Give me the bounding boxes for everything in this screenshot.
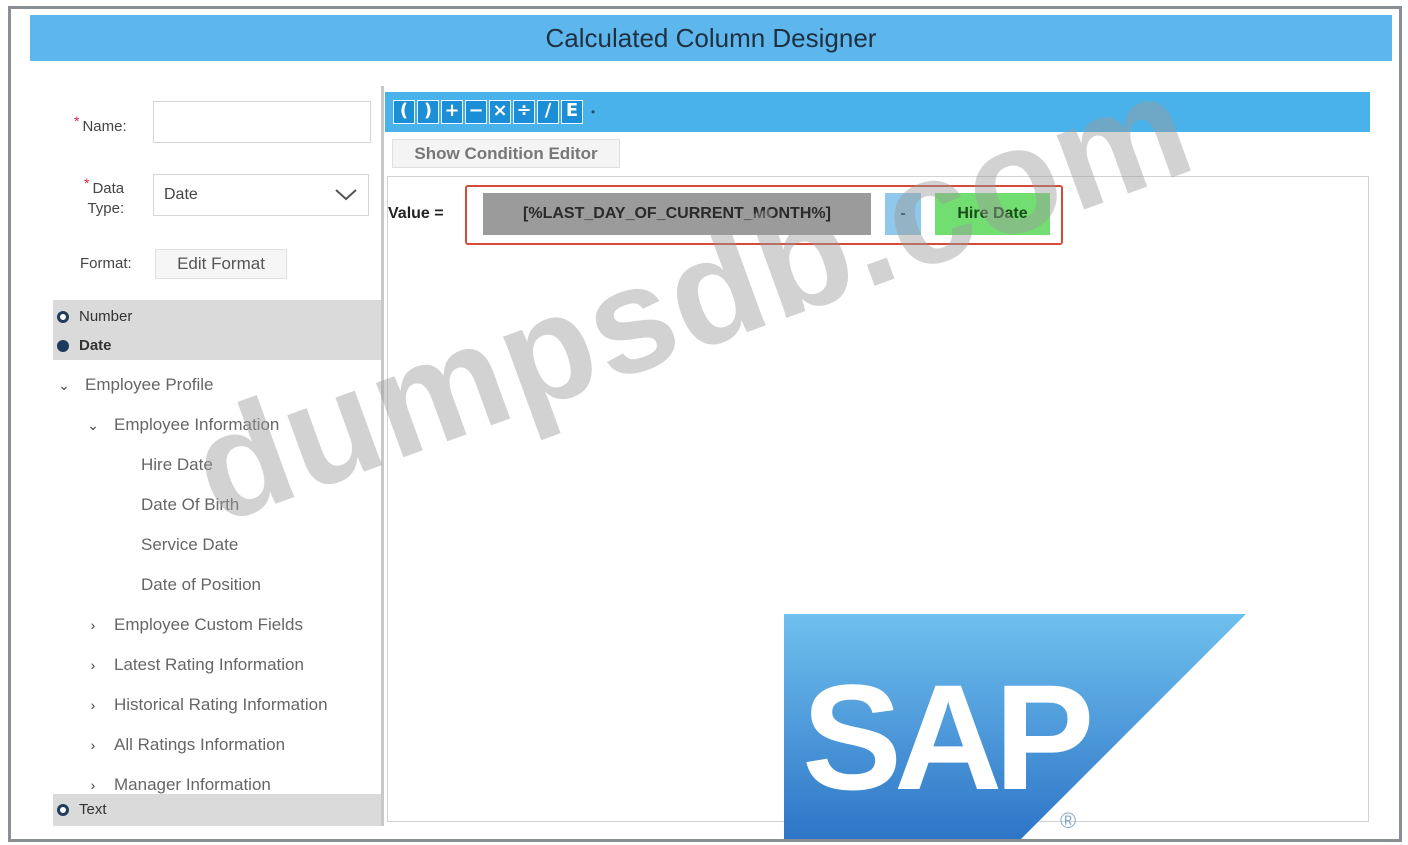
- tree-leaf-date-of-birth[interactable]: Date Of Birth: [141, 495, 239, 515]
- tree-leaf-date-of-position[interactable]: Date of Position: [141, 575, 261, 595]
- toolbar-dot-icon: •: [591, 105, 596, 119]
- name-label: * Name:: [74, 113, 127, 135]
- chevron-right-icon: ›: [90, 617, 96, 633]
- minus-button[interactable]: −: [465, 100, 487, 124]
- radio-off-icon: [57, 803, 69, 816]
- chevron-right-icon: ›: [90, 657, 96, 673]
- tree-leaf-hire-date[interactable]: Hire Date: [141, 455, 213, 475]
- variable-token[interactable]: [%LAST_DAY_OF_CURRENT_MONTH%]: [483, 193, 871, 235]
- radio-text[interactable]: Text: [57, 801, 107, 818]
- radio-number[interactable]: Number: [57, 308, 132, 325]
- edit-format-button[interactable]: Edit Format: [155, 249, 287, 279]
- show-condition-editor-button[interactable]: Show Condition Editor: [392, 139, 620, 168]
- tree-node-all-ratings[interactable]: › All Ratings Information: [86, 735, 285, 755]
- format-label: Format:: [80, 255, 132, 272]
- field-token[interactable]: Hire Date: [935, 193, 1050, 235]
- tree-node-historical-rating[interactable]: › Historical Rating Information: [86, 695, 328, 715]
- panel-divider: [381, 86, 384, 826]
- divide-button[interactable]: ÷: [513, 100, 535, 124]
- chevron-down-icon: ⌄: [87, 416, 99, 433]
- data-type-label: * Data Type:: [84, 175, 125, 217]
- required-marker: *: [74, 113, 80, 129]
- tree-node-employee-custom-fields[interactable]: › Employee Custom Fields: [86, 615, 303, 635]
- fraction-button[interactable]: ∕: [537, 100, 559, 124]
- chevron-down-icon: [334, 188, 358, 202]
- page-title: Calculated Column Designer: [545, 22, 877, 53]
- tree-node-employee-profile[interactable]: ⌄ Employee Profile: [57, 375, 213, 395]
- chevron-right-icon: ›: [90, 737, 96, 753]
- radio-off-icon: [57, 310, 69, 323]
- operator-toolbar: ( ) + − × ÷ ∕ E •: [385, 92, 1370, 132]
- tree-leaf-service-date[interactable]: Service Date: [141, 535, 238, 555]
- tree-node-latest-rating[interactable]: › Latest Rating Information: [86, 655, 304, 675]
- chevron-right-icon: ›: [90, 777, 96, 793]
- close-paren-button[interactable]: ): [417, 100, 439, 124]
- tree-node-employee-information[interactable]: ⌄ Employee Information: [86, 415, 279, 435]
- radio-date[interactable]: Date: [57, 337, 112, 354]
- registered-mark: ®: [1060, 808, 1077, 833]
- sap-logo: SAP: [784, 614, 1246, 844]
- chevron-right-icon: ›: [90, 697, 96, 713]
- title-bar: Calculated Column Designer: [30, 15, 1392, 61]
- multiply-button[interactable]: ×: [489, 100, 511, 124]
- svg-text:SAP: SAP: [802, 653, 1089, 821]
- data-type-value: Date: [164, 186, 198, 203]
- required-marker: *: [84, 175, 90, 191]
- chevron-down-icon: ⌄: [58, 376, 70, 393]
- name-input[interactable]: [153, 101, 371, 143]
- plus-button[interactable]: +: [441, 100, 463, 124]
- constant-button[interactable]: E: [561, 100, 583, 124]
- value-label: Value =: [388, 205, 444, 222]
- data-type-select[interactable]: Date: [153, 174, 369, 216]
- operator-token[interactable]: -: [885, 193, 921, 235]
- open-paren-button[interactable]: (: [393, 100, 415, 124]
- tree-node-manager-information[interactable]: › Manager Information: [86, 775, 271, 795]
- radio-on-icon: [57, 339, 69, 352]
